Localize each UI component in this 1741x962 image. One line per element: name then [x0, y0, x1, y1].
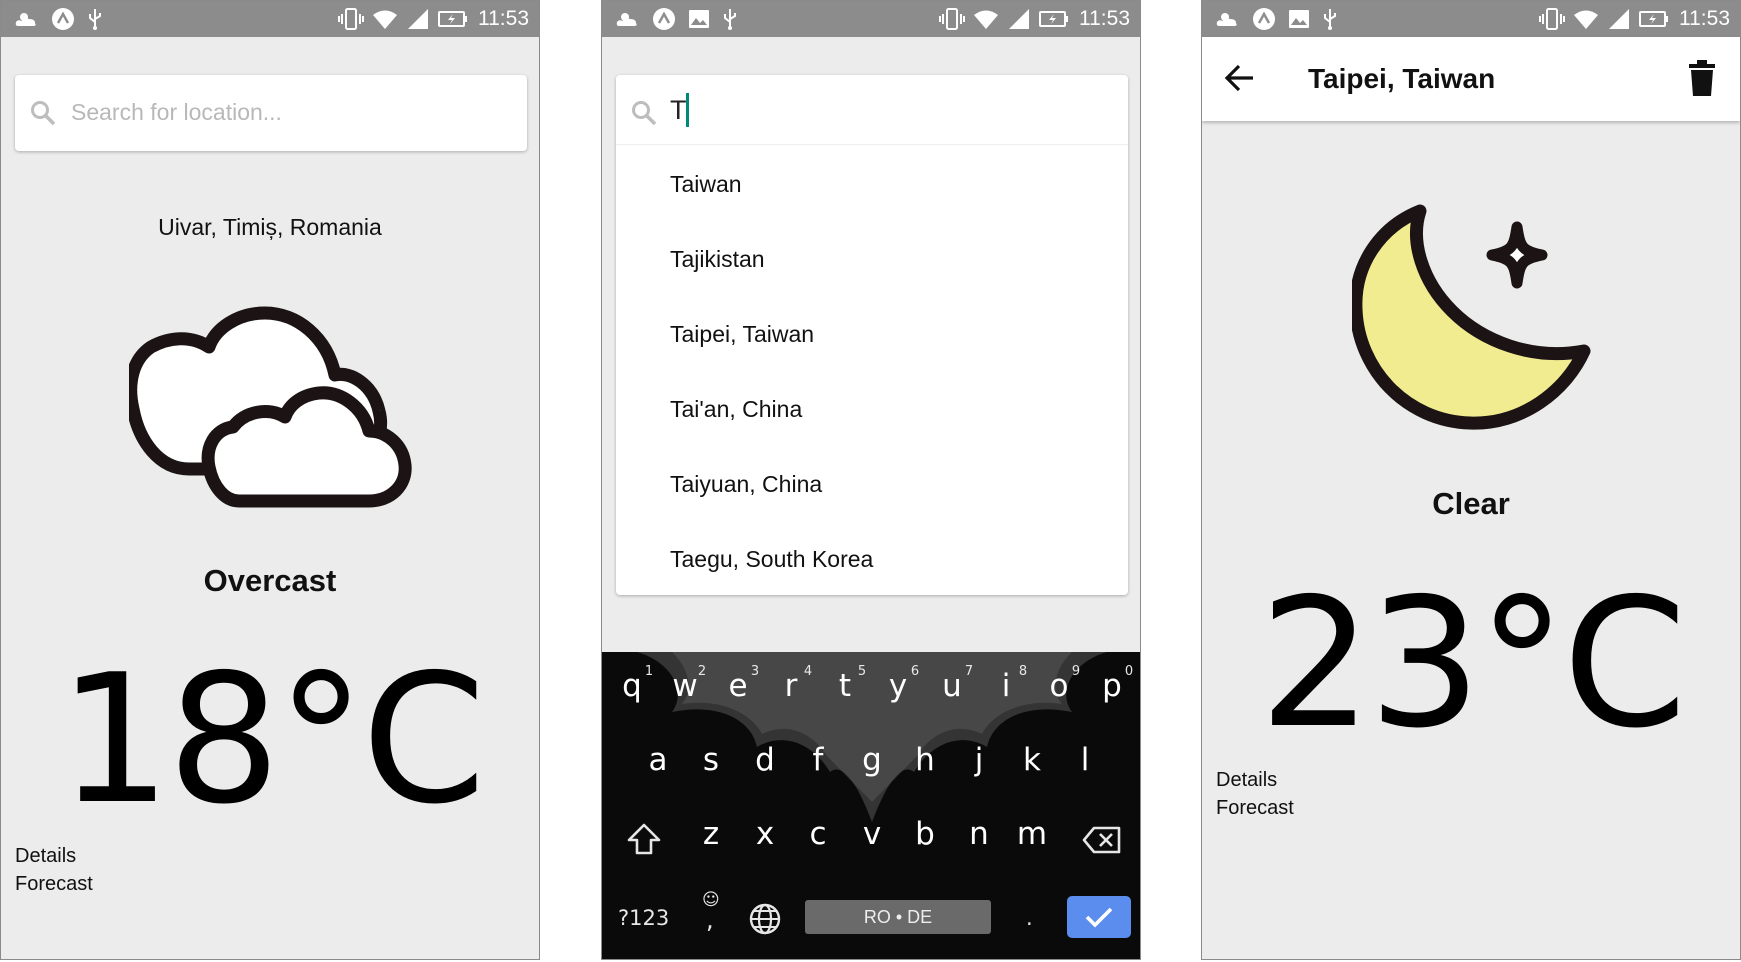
key-hint: 7 [964, 664, 974, 679]
key-hint: 0 [1124, 664, 1134, 679]
temperature-value: 18°C [58, 636, 486, 843]
search-dropdown: T Taiwan Tajikistan Taipei, Taiwan Tai'a… [616, 75, 1128, 595]
globe-icon[interactable] [748, 902, 782, 936]
symbols-key[interactable]: ?123 [618, 906, 669, 930]
app-a-icon [1253, 8, 1275, 30]
key-hint: 4 [803, 664, 813, 679]
key-s[interactable]: s [685, 742, 737, 778]
vibrate-icon [338, 8, 364, 30]
temperature-value: 23°C [1259, 560, 1687, 767]
period-key[interactable]: . [1026, 906, 1033, 930]
key-f[interactable]: f [792, 742, 844, 778]
search-bar[interactable]: Search for location... [15, 75, 527, 151]
comma-key[interactable]: , [706, 906, 714, 934]
forecast-link[interactable]: Forecast [1216, 797, 1294, 820]
details-link[interactable]: Details [1216, 769, 1277, 792]
signal-icon [1009, 9, 1029, 29]
key-d[interactable]: d [739, 742, 791, 778]
signal-icon [408, 9, 428, 29]
keyboard: q w e r t y u i o p 1 2 3 4 5 6 7 8 9 0 … [602, 652, 1140, 959]
key-z[interactable]: z [685, 816, 737, 852]
weather-condition: Overcast [203, 563, 337, 598]
key-hint: 1 [644, 664, 654, 679]
signal-icon [1609, 9, 1629, 29]
search-bar[interactable]: T [616, 75, 1128, 145]
key-a[interactable]: a [632, 742, 684, 778]
key-hint: 5 [857, 664, 867, 679]
search-icon [632, 101, 657, 126]
key-g[interactable]: g [846, 742, 898, 778]
key-hint: 9 [1071, 664, 1081, 679]
suggestion-item[interactable]: Taiyuan, China [670, 471, 822, 498]
usb-icon [1324, 9, 1336, 30]
key-l[interactable]: l [1059, 742, 1111, 778]
backspace-icon[interactable] [1082, 826, 1122, 854]
key-k[interactable]: k [1006, 742, 1058, 778]
suggestion-item[interactable]: Taegu, South Korea [670, 546, 873, 573]
search-input[interactable]: Search for location... [71, 99, 282, 126]
search-input[interactable]: T [670, 95, 687, 126]
app-bar: Taipei, Taiwan [1202, 37, 1740, 121]
battery-charging-icon [438, 11, 467, 27]
key-c[interactable]: c [792, 816, 844, 852]
search-icon [31, 101, 56, 126]
usb-icon [724, 9, 736, 30]
key-hint: 3 [750, 664, 760, 679]
shift-icon[interactable] [626, 822, 662, 856]
app-a-icon [653, 8, 675, 30]
status-time: 11:53 [1079, 7, 1130, 30]
key-j[interactable]: j [953, 742, 1005, 778]
status-bar: 11:53 [602, 1, 1140, 37]
check-icon [1085, 907, 1113, 928]
cloud-icon [129, 306, 412, 508]
weather-icon [616, 13, 637, 26]
status-bar: 11:53 [1202, 1, 1740, 37]
page-title: Taipei, Taiwan [1308, 63, 1496, 94]
key-hint: 8 [1018, 664, 1028, 679]
key-b[interactable]: b [899, 816, 951, 852]
status-bar: 11:53 [1, 1, 539, 37]
key-m[interactable]: m [1006, 816, 1058, 852]
moon-icon [1352, 204, 1591, 430]
usb-icon [89, 9, 101, 30]
battery-charging-icon [1039, 11, 1068, 27]
suggestion-item[interactable]: Tai'an, China [670, 396, 802, 423]
app-a-icon [52, 8, 74, 30]
status-time: 11:53 [1679, 7, 1730, 30]
key-n[interactable]: n [953, 816, 1005, 852]
space-key[interactable]: RO • DE [805, 900, 991, 934]
suggestion-item[interactable]: Tajikistan [670, 246, 765, 273]
suggestion-item[interactable]: Taiwan [670, 171, 742, 198]
key-hint: 6 [910, 664, 920, 679]
weather-condition: Clear [1432, 486, 1510, 521]
wifi-icon [974, 10, 998, 29]
key-x[interactable]: x [739, 816, 791, 852]
vibrate-icon [939, 8, 965, 30]
wifi-icon [1574, 10, 1598, 29]
details-link[interactable]: Details [15, 845, 76, 868]
key-hint: 2 [697, 664, 707, 679]
weather-icon [15, 13, 36, 26]
image-icon [689, 10, 709, 28]
text-cursor [686, 93, 689, 127]
trash-icon[interactable] [1688, 59, 1716, 97]
location-search-screen: 11:53 T Taiwan Tajikistan Taipei, Taiwan… [601, 0, 1141, 960]
wifi-icon [373, 10, 397, 29]
key-h[interactable]: h [899, 742, 951, 778]
battery-charging-icon [1639, 11, 1668, 27]
image-icon [1289, 10, 1309, 28]
status-time: 11:53 [478, 7, 529, 30]
back-arrow-icon[interactable] [1224, 63, 1256, 93]
suggestion-item[interactable]: Taipei, Taiwan [670, 321, 814, 348]
weather-screen-location: 11:53 Taipei, Taiwan Clear 23°C Details … [1201, 0, 1741, 960]
key-v[interactable]: v [846, 816, 898, 852]
weather-screen-current: 11:53 Search for location... Uivar, Timi… [0, 0, 540, 960]
forecast-link[interactable]: Forecast [15, 873, 93, 896]
done-button[interactable] [1067, 896, 1131, 938]
weather-icon [1216, 13, 1237, 26]
location-name: Uivar, Timiș, Romania [158, 214, 382, 240]
vibrate-icon [1539, 8, 1565, 30]
